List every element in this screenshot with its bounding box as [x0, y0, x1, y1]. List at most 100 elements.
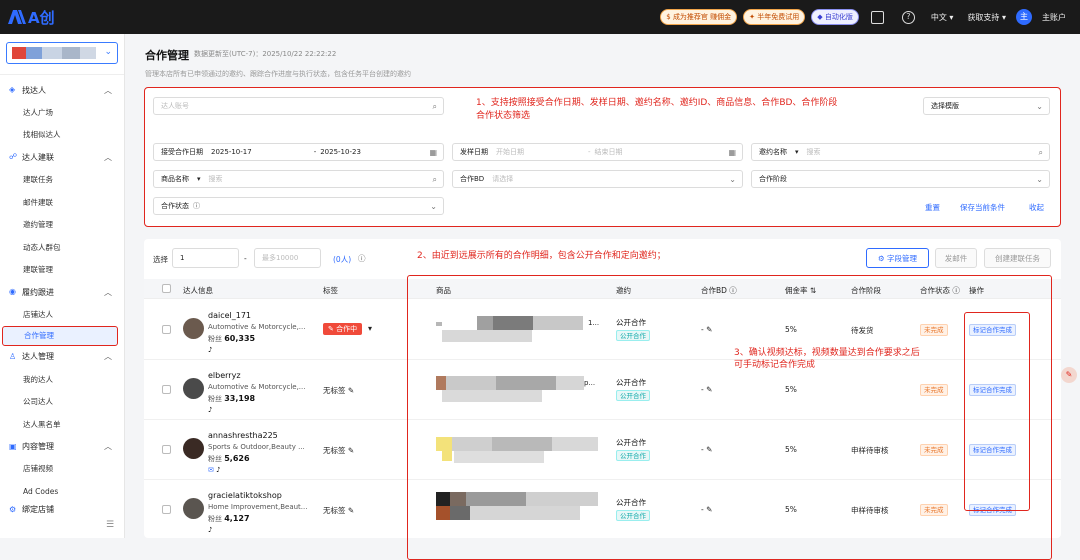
field-manage-button[interactable]: ⚙ 字段管理 — [866, 248, 929, 268]
sidebar-item-outreach-tasks[interactable]: 建联任务 — [0, 168, 124, 191]
data-updated-time: 数据更新至(UTC-7)：2025/10/22 22:22:22 — [194, 50, 337, 58]
chevron-up-icon: ︿ — [104, 152, 112, 162]
help-icon[interactable]: ⓘ — [358, 253, 366, 264]
shop-selector[interactable]: ⌄ — [6, 42, 118, 64]
account-name[interactable]: 主账户 — [1042, 12, 1066, 23]
tiktok-icon[interactable]: ♪ — [208, 406, 212, 414]
collapse-sidebar-icon[interactable]: ☰ — [106, 520, 114, 530]
row-checkbox[interactable] — [162, 505, 171, 514]
sidebar-item-shop-creators[interactable]: 店铺达人 — [0, 303, 124, 326]
save-conditions-button[interactable]: 保存当前条件 — [960, 202, 1005, 213]
referral-label: 成为推荐官 赚佣金 — [672, 13, 732, 21]
select-all-checkbox[interactable] — [162, 284, 171, 293]
chevron-up-icon: ︿ — [104, 442, 112, 452]
template-select[interactable]: 选择模版 ⌄ — [923, 97, 1050, 115]
chevron-down-icon: ⌄ — [1036, 102, 1043, 111]
creator-search-input[interactable]: 达人账号 ⌕ — [153, 97, 444, 115]
sidebar-item-collaboration[interactable]: 合作管理 — [2, 325, 118, 346]
select-from-input[interactable]: 1 — [172, 248, 239, 268]
social-icons[interactable]: ✉ ♪ — [208, 466, 221, 474]
gift-icon: ✦ — [749, 13, 758, 21]
tag-value[interactable]: 无标签 ✎ — [323, 445, 354, 456]
creator-name[interactable]: gracielatiktokshop — [208, 491, 282, 500]
automation-label: 自动化版 — [824, 13, 853, 21]
top-bar: A创 $ 成为推荐官 赚佣金 ✦ 半年免费试用 ◆ 自动化版 ? 中文 ▾ 获取… — [0, 0, 1080, 34]
brand-logo[interactable]: A创 — [8, 7, 55, 28]
avatar — [183, 378, 204, 399]
sidebar-group-content[interactable]: ▣ 内容管理 ︿ — [0, 436, 124, 458]
free-trial-button[interactable]: ✦ 半年免费试用 — [743, 9, 806, 25]
tiktok-icon[interactable]: ♪ — [208, 346, 212, 354]
status-select[interactable]: 合作状态 ⓘ ⌄ — [153, 197, 444, 215]
search-icon: ⌕ — [432, 175, 437, 184]
creator-name[interactable]: annashrestha225 — [208, 431, 278, 440]
sidebar-group-creator-manage[interactable]: ♙ 达人管理 ︿ — [0, 346, 124, 368]
reset-button[interactable]: 重置 — [925, 202, 940, 213]
col-creator: 达人信息 — [183, 286, 213, 295]
info-icon: ⓘ — [193, 202, 200, 210]
caret-down-icon[interactable]: ▾ — [368, 324, 372, 333]
annotation-filter: 1、支持按照接受合作日期、发样日期、邀约名称、邀约ID、商品信息、合作BD、合作… — [476, 98, 838, 121]
page-description: 管理本店所有已申领通过的邀约、跟踪合作进度与执行状态，包含任务平台创建的邀约 — [145, 70, 411, 78]
collapse-filter-button[interactable]: 收起 — [1029, 202, 1044, 213]
automation-button[interactable]: ◆ 自动化版 — [811, 9, 859, 25]
sidebar-item-similar-creators[interactable]: 找相似达人 — [0, 124, 124, 147]
tag-value[interactable]: 无标签 ✎ — [323, 385, 354, 396]
calendar-icon: ▦ — [429, 148, 437, 157]
sidebar-group-find-creators[interactable]: ◈ 找达人 ︿ — [0, 79, 124, 101]
email-icon[interactable]: ✉ — [208, 466, 214, 474]
link-icon: ☍ — [9, 152, 18, 162]
filter-panel: 达人账号 ⌕ 1、支持按照接受合作日期、发样日期、邀约名称、邀约ID、商品信息、合… — [144, 87, 1061, 227]
sidebar-item-ad-codes[interactable]: Ad Codes — [0, 480, 124, 503]
account-avatar[interactable]: 主 — [1016, 9, 1032, 25]
ship-date-range[interactable]: 发样日期 开始日期 - 结束日期 ▦ — [452, 143, 743, 161]
sidebar-item-company-creators[interactable]: 公司达人 — [0, 390, 124, 413]
sidebar-item-creator-plaza[interactable]: 达人广场 — [0, 101, 124, 124]
search-icon: ⌕ — [432, 102, 437, 111]
sidebar-item-shop-videos[interactable]: 店铺视频 — [0, 458, 124, 481]
sidebar-item-outreach-manage[interactable]: 建联管理 — [0, 259, 124, 282]
help-icon[interactable]: ? — [901, 10, 915, 24]
send-email-button[interactable]: 发邮件 — [935, 248, 977, 268]
avatar — [183, 318, 204, 339]
row-checkbox[interactable] — [162, 325, 171, 334]
create-outreach-button[interactable]: 创建建联任务 — [984, 248, 1051, 268]
product-name-search[interactable]: 商品名称 ▾ 搜索 ⌕ — [153, 170, 444, 188]
tiktok-icon[interactable]: ♪ — [208, 526, 212, 534]
col-tag: 标签 — [323, 286, 338, 295]
chevron-up-icon: ︿ — [104, 352, 112, 362]
range-separator: - — [244, 254, 247, 263]
invite-name-search[interactable]: 邀约名称 ▾ 搜索 ⌕ — [751, 143, 1050, 161]
sidebar-item-email-outreach[interactable]: 邮件建联 — [0, 191, 124, 214]
floating-helper-button[interactable]: ✎ — [1061, 367, 1077, 383]
tiktok-icon[interactable]: ♪ — [216, 466, 220, 474]
sidebar-group-bind-shop[interactable]: ⚙ 绑定店铺 — [0, 503, 124, 517]
annotation-highlight-box — [964, 312, 1030, 511]
settings-icon: ⚙ — [877, 253, 888, 263]
language-select[interactable]: 中文 ▾ — [931, 12, 954, 23]
search-icon: ⌕ — [1038, 148, 1043, 157]
edit-icon: ✎ — [328, 325, 337, 333]
row-checkbox[interactable] — [162, 445, 171, 454]
row-checkbox[interactable] — [162, 385, 171, 394]
accept-date-range[interactable]: 接受合作日期 2025-10-17-2025-10-23 ▦ — [153, 143, 444, 161]
sidebar-item-dynamic-audience[interactable]: 动态人群包 — [0, 236, 124, 259]
sidebar-group-outreach[interactable]: ☍ 达人建联 ︿ — [0, 146, 124, 168]
stage-select[interactable]: 合作阶段 ⌄ — [751, 170, 1050, 188]
sidebar-group-fulfillment[interactable]: ◉ 履约跟进 ︿ — [0, 281, 124, 303]
user-icon: ♙ — [9, 351, 17, 361]
document-icon[interactable] — [870, 10, 884, 24]
compass-icon: ◈ — [9, 85, 16, 94]
select-to-input[interactable]: 最多10000 — [254, 248, 321, 268]
referral-button[interactable]: $ 成为推荐官 赚佣金 — [660, 9, 738, 25]
creator-name[interactable]: daicel_171 — [208, 311, 251, 320]
shop-avatar-block — [42, 47, 62, 59]
sidebar-item-blacklist[interactable]: 达人黑名单 — [0, 413, 124, 436]
creator-name[interactable]: elberryz — [208, 371, 241, 380]
sidebar-item-invitations[interactable]: 邀约管理 — [0, 213, 124, 236]
tag-value[interactable]: 无标签 ✎ — [323, 505, 354, 516]
support-menu[interactable]: 获取支持 ▾ — [967, 12, 1006, 23]
creator-fans: 粉丝 4,127 — [208, 514, 250, 523]
bd-select[interactable]: 合作BD 请选择 ⌄ — [452, 170, 743, 188]
sidebar-item-my-creators[interactable]: 我的达人 — [0, 368, 124, 391]
